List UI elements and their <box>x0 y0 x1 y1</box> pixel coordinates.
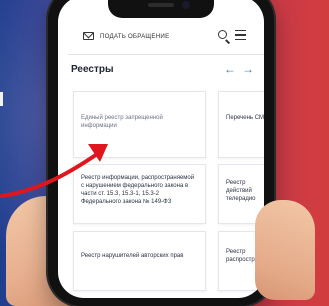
phone-notch <box>108 0 214 18</box>
mail-icon[interactable] <box>83 32 94 40</box>
topbar-divider <box>68 54 264 55</box>
right-hand <box>255 200 315 300</box>
background-bar <box>0 92 3 106</box>
menu-icon[interactable] <box>235 30 246 41</box>
registry-card-media[interactable]: Перечень СМИ <box>218 91 264 158</box>
search-icon[interactable] <box>218 30 227 39</box>
card-label: Перечень СМИ <box>226 115 264 121</box>
arrow-right-icon[interactable]: → <box>242 62 254 76</box>
speaker <box>148 3 174 7</box>
red-pointer-arrow-icon <box>0 144 108 198</box>
top-bar: ПОДАТЬ ОБРАЩЕНИЕ <box>58 26 264 50</box>
section-title: Реестры <box>71 64 114 75</box>
card-label: Реестр нарушителей авторских прав <box>81 253 184 259</box>
arrow-left-icon[interactable]: ← <box>224 62 236 76</box>
registry-card-copyright[interactable]: Реестр нарушителей авторских прав <box>73 231 206 291</box>
card-label: Реестр действий телерадио <box>226 180 256 202</box>
card-label: Единый реестр запрещенной информации <box>81 115 163 129</box>
camera <box>182 1 190 9</box>
submit-appeal-link[interactable]: ПОДАТЬ ОБРАЩЕНИЕ <box>100 33 169 40</box>
